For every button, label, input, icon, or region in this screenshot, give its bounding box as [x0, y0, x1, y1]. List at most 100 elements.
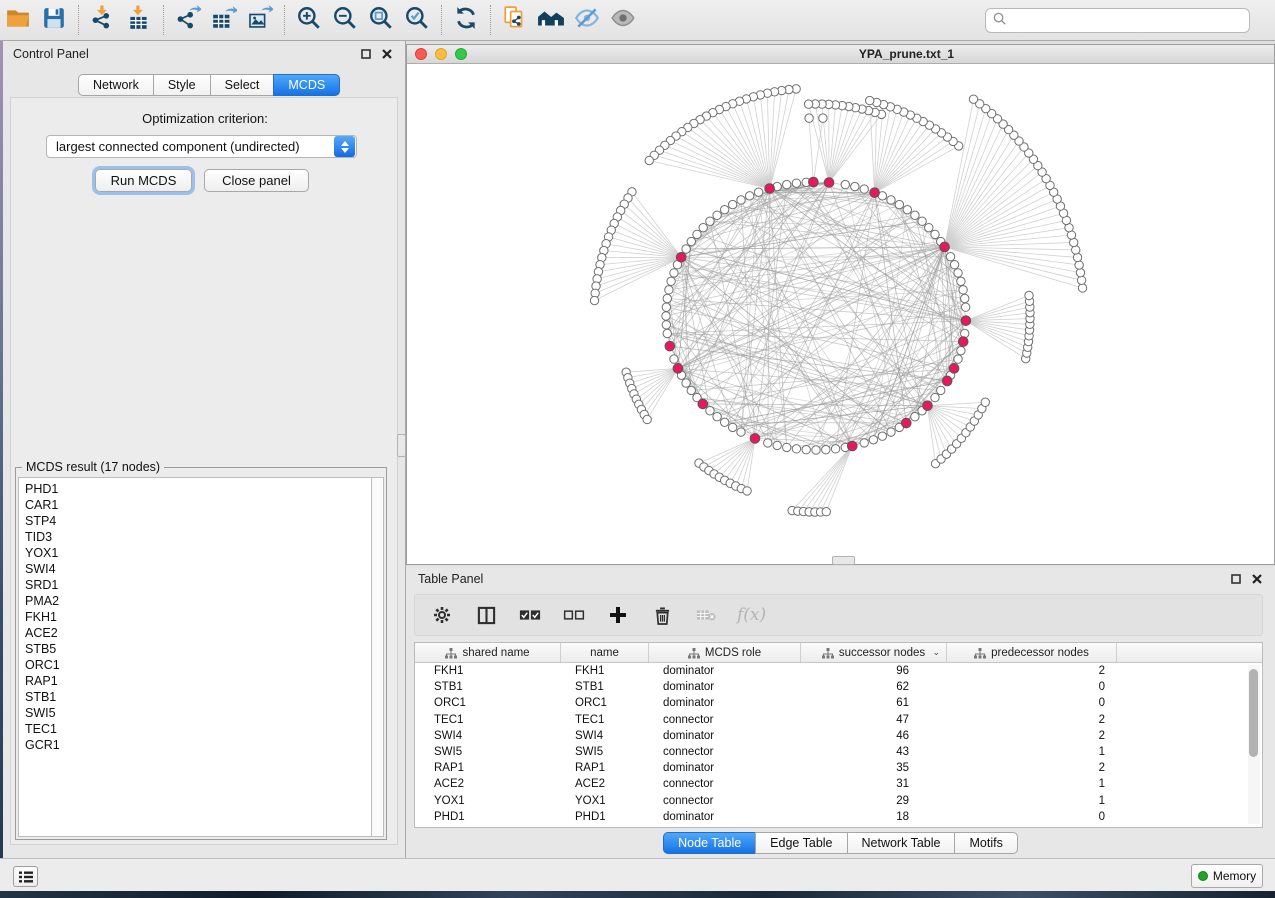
mcds-node[interactable]: [765, 184, 775, 194]
mcds-result-item[interactable]: SRD1: [25, 577, 371, 593]
network-node[interactable]: [931, 230, 939, 238]
network-node[interactable]: [1077, 276, 1085, 284]
network-node[interactable]: [1076, 268, 1084, 276]
table-row[interactable]: STB1STB1dominator620: [415, 679, 1262, 695]
close-window-icon[interactable]: [415, 48, 427, 60]
column-header-successor-nodes[interactable]: successor nodes ⌄: [801, 643, 947, 663]
mcds-node[interactable]: [824, 178, 834, 188]
table-row[interactable]: TEC1TEC1connector472: [415, 712, 1262, 728]
network-node[interactable]: [957, 277, 965, 285]
export-image-button[interactable]: [242, 3, 278, 37]
network-node[interactable]: [643, 415, 651, 423]
table-row[interactable]: ACE2ACE2connector311: [415, 776, 1262, 792]
network-node[interactable]: [667, 277, 675, 285]
maximize-window-icon[interactable]: [455, 48, 467, 60]
mcds-result-item[interactable]: FKH1: [25, 609, 371, 625]
network-node[interactable]: [662, 312, 670, 320]
tab-edge-table[interactable]: Edge Table: [755, 832, 847, 854]
import-table-button[interactable]: [121, 3, 157, 37]
network-node[interactable]: [745, 192, 753, 200]
network-node[interactable]: [737, 428, 745, 436]
network-node[interactable]: [937, 386, 945, 394]
export-network-button[interactable]: [170, 3, 206, 37]
mcds-list-scrollbar[interactable]: [371, 477, 384, 837]
network-node[interactable]: [764, 439, 772, 447]
network-node[interactable]: [805, 114, 813, 122]
network-node[interactable]: [645, 156, 653, 164]
mcds-node[interactable]: [958, 337, 968, 347]
network-canvas[interactable]: [407, 64, 1274, 564]
tab-network[interactable]: Network: [78, 74, 154, 96]
add-column-button[interactable]: [605, 602, 631, 628]
table-row[interactable]: YOX1YOX1connector291: [415, 793, 1262, 809]
network-node[interactable]: [911, 413, 919, 421]
network-node[interactable]: [961, 294, 969, 302]
task-history-button[interactable]: [13, 866, 38, 887]
network-node[interactable]: [713, 211, 721, 219]
mcds-result-item[interactable]: TID3: [25, 529, 371, 545]
delete-table-button[interactable]: [693, 602, 719, 628]
network-node[interactable]: [903, 205, 911, 213]
mcds-node[interactable]: [940, 242, 950, 252]
close-panel-icon[interactable]: [1249, 571, 1265, 587]
network-node[interactable]: [728, 200, 736, 208]
mcds-result-list[interactable]: PHD1CAR1STP4TID3YOX1SWI4SRD1PMA2FKH1ACE2…: [18, 477, 371, 837]
table-row[interactable]: SWI4SWI4dominator462: [415, 728, 1262, 744]
mcds-result-item[interactable]: YOX1: [25, 545, 371, 561]
horizontal-splitter-handle[interactable]: [832, 556, 855, 565]
run-mcds-button[interactable]: Run MCDS: [95, 169, 192, 192]
network-node[interactable]: [670, 355, 678, 363]
network-node[interactable]: [706, 407, 714, 415]
network-node[interactable]: [961, 303, 969, 311]
network-node[interactable]: [1073, 253, 1081, 261]
network-node[interactable]: [773, 441, 781, 449]
network-node[interactable]: [670, 269, 678, 277]
network-node[interactable]: [831, 445, 839, 453]
network-node[interactable]: [887, 428, 895, 436]
network-node[interactable]: [804, 100, 812, 108]
network-node[interactable]: [841, 180, 849, 188]
network-node[interactable]: [822, 446, 830, 454]
import-network-button[interactable]: [85, 3, 121, 37]
hide-selected-button[interactable]: [569, 3, 605, 37]
table-row[interactable]: FKH1FKH1dominator962: [415, 663, 1262, 679]
mcds-node[interactable]: [809, 177, 819, 187]
mcds-node[interactable]: [923, 401, 933, 411]
table-row[interactable]: RAP1RAP1dominator352: [415, 760, 1262, 776]
network-node[interactable]: [895, 200, 903, 208]
zoom-fit-button[interactable]: [363, 3, 399, 37]
network-node[interactable]: [754, 188, 762, 196]
mcds-node[interactable]: [949, 364, 959, 374]
network-node[interactable]: [792, 179, 800, 187]
mcds-node[interactable]: [847, 441, 857, 451]
float-panel-icon[interactable]: [358, 46, 374, 62]
network-node[interactable]: [869, 436, 877, 444]
network-node[interactable]: [1075, 261, 1083, 269]
network-node[interactable]: [860, 439, 868, 447]
mcds-result-item[interactable]: STB5: [25, 641, 371, 657]
network-node[interactable]: [946, 253, 954, 261]
network-node[interactable]: [682, 379, 690, 387]
network-node[interactable]: [1078, 284, 1086, 292]
deselect-all-columns-button[interactable]: [561, 602, 587, 628]
network-node[interactable]: [981, 398, 989, 406]
memory-button[interactable]: Memory: [1191, 864, 1263, 888]
column-header-predecessor-nodes[interactable]: predecessor nodes: [947, 643, 1117, 663]
mcds-result-item[interactable]: SWI4: [25, 561, 371, 577]
float-panel-icon[interactable]: [1228, 571, 1244, 587]
network-node[interactable]: [961, 329, 969, 337]
mcds-result-item[interactable]: ORC1: [25, 657, 371, 673]
network-node[interactable]: [860, 185, 868, 193]
network-node[interactable]: [687, 386, 695, 394]
show-columns-button[interactable]: [473, 602, 499, 628]
network-node[interactable]: [699, 223, 707, 231]
clone-network-button[interactable]: [497, 3, 533, 37]
delete-column-button[interactable]: [649, 602, 675, 628]
network-node[interactable]: [682, 245, 690, 253]
network-node[interactable]: [931, 393, 939, 401]
mcds-node[interactable]: [750, 434, 760, 444]
network-node[interactable]: [728, 423, 736, 431]
export-table-button[interactable]: [206, 3, 242, 37]
network-node[interactable]: [950, 261, 958, 269]
mcds-result-item[interactable]: SWI5: [25, 705, 371, 721]
